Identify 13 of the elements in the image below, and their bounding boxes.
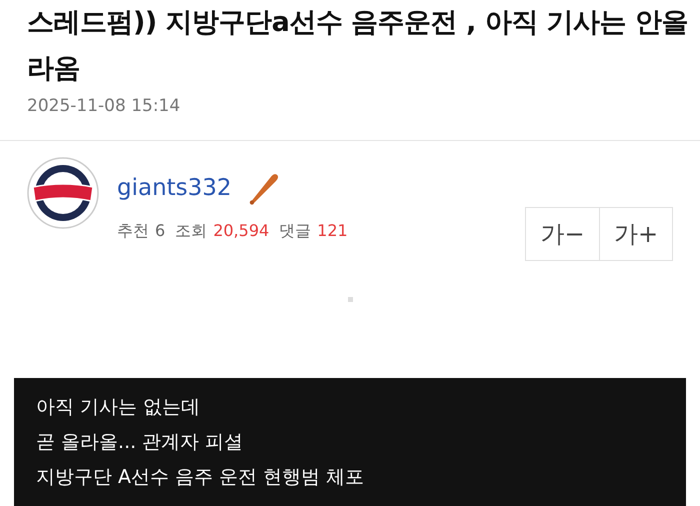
stat-value: 6 [155,221,166,242]
stat-label: 댓글 [279,221,312,242]
body-text-line: 곧 올라올... 관계자 피셜 [36,430,244,455]
post-date: 2025-11-08 15:14 [27,96,182,116]
author-name[interactable]: giants332 [117,175,232,201]
stat-value: 121 [317,221,348,242]
stat-value: 20,594 [213,221,270,242]
stat-label: 조회 [175,221,208,242]
post-title: 스레드펌)) 지방구단a선수 음주운전 , 아직 기사는 안올라옴 [27,6,690,86]
body-text-line: 지방구단 A선수 음주 운전 현행범 체포 [36,465,366,490]
stat-label: 추천 [117,221,149,242]
body-text-line: 아직 기사는 없는데 [36,395,202,420]
team-logo-icon [27,157,99,229]
